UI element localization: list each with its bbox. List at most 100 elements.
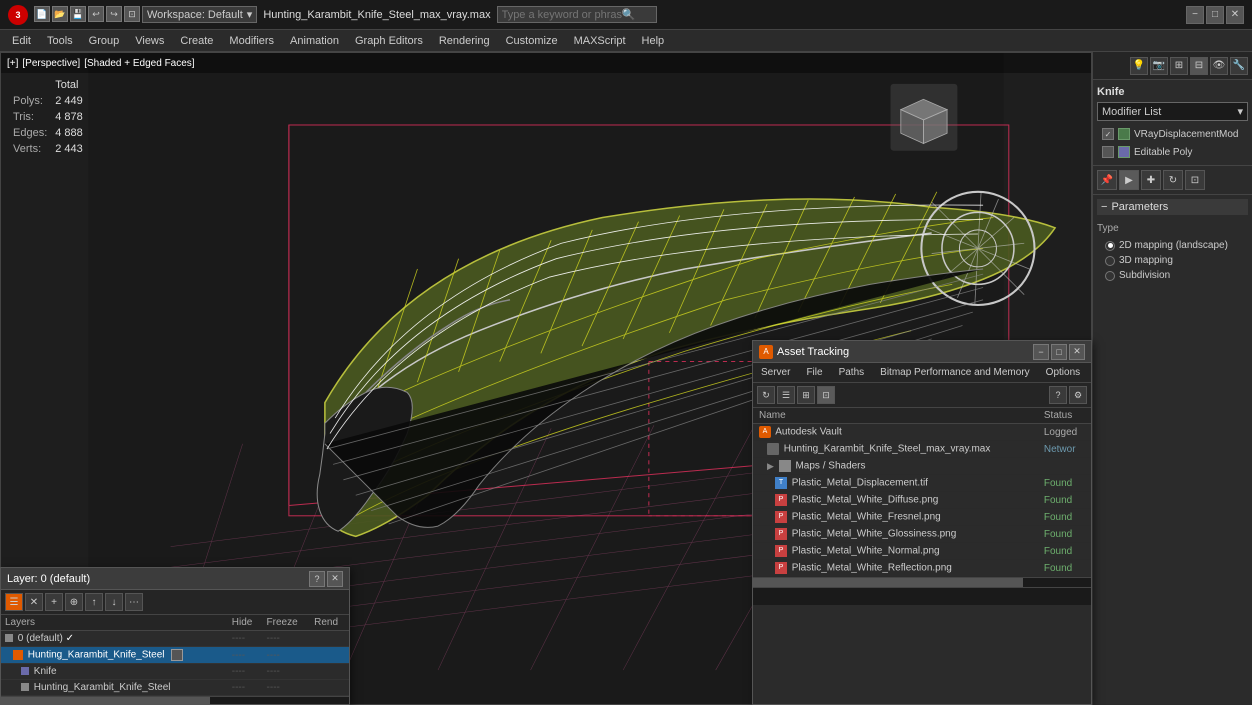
save-btn[interactable]: 💾 [70, 6, 86, 22]
asset-row-normal[interactable]: P Plastic_Metal_White_Normal.png Found [753, 543, 1091, 560]
menu-graph-editors[interactable]: Graph Editors [347, 33, 431, 49]
asset-row-hunting-max[interactable]: Hunting_Karambit_Knife_Steel_max_vray.ma… [753, 441, 1091, 458]
redo-btn[interactable]: ↪ [106, 6, 122, 22]
asset-menu-bitmap[interactable]: Bitmap Performance and Memory [872, 365, 1038, 380]
layer-freeze-knife-steel[interactable]: ---- [263, 680, 311, 696]
layer-hide-knife[interactable]: ---- [228, 664, 263, 680]
layer-delete-btn[interactable]: ✕ [25, 593, 43, 611]
layer-up-btn[interactable]: ↑ [85, 593, 103, 611]
search-bar[interactable]: 🔍 [497, 6, 657, 23]
layer-row-hunting[interactable]: Hunting_Karambit_Knife_Steel ---- ---- [1, 647, 349, 664]
camera-icon[interactable]: 📷 [1150, 57, 1168, 75]
rotate-tool[interactable]: ↻ [1163, 170, 1183, 190]
layer-select-btn[interactable]: ☰ [5, 593, 23, 611]
radio-subdiv-btn[interactable] [1105, 271, 1115, 281]
layer-rend-knife[interactable] [310, 664, 349, 680]
radio-subdivision[interactable]: Subdivision [1097, 268, 1248, 283]
search-input[interactable] [502, 9, 622, 21]
pin-tool[interactable]: 📌 [1097, 170, 1117, 190]
radio-3d-mapping[interactable]: 3D mapping [1097, 253, 1248, 268]
layer-options-btn[interactable]: ⋯ [125, 593, 143, 611]
menu-views[interactable]: Views [127, 33, 172, 49]
menu-animation[interactable]: Animation [282, 33, 347, 49]
layer-row-knife[interactable]: Knife ---- ---- [1, 664, 349, 680]
scale-tool[interactable]: ⊡ [1185, 170, 1205, 190]
layer-hide-knife-steel[interactable]: ---- [228, 680, 263, 696]
viewport-shading[interactable]: [Shaded + Edged Faces] [84, 58, 194, 69]
menu-edit[interactable]: Edit [4, 33, 39, 49]
snap-btn[interactable]: ⊡ [124, 6, 140, 22]
parameters-title[interactable]: − Parameters [1097, 199, 1248, 215]
menu-modifiers[interactable]: Modifiers [221, 33, 282, 49]
radio-2d-mapping[interactable]: 2D mapping (landscape) [1097, 238, 1248, 253]
viewport-bracket-plus[interactable]: [+] [7, 58, 18, 69]
new-btn[interactable]: 📄 [34, 6, 50, 22]
asset-min-btn[interactable]: − [1033, 344, 1049, 360]
modifier-checkbox[interactable]: ✓ [1102, 128, 1114, 140]
asset-detail-btn[interactable]: ⊞ [797, 386, 815, 404]
asset-row-glossiness[interactable]: P Plastic_Metal_White_Glossiness.png Fou… [753, 526, 1091, 543]
menu-tools[interactable]: Tools [39, 33, 81, 49]
radio-2d-btn[interactable] [1105, 241, 1115, 251]
layer-scrollbar[interactable] [1, 696, 349, 704]
layer-row-default[interactable]: 0 (default) ✓ ---- ---- [1, 631, 349, 647]
layer-down-btn[interactable]: ↓ [105, 593, 123, 611]
layer-row-knife-steel[interactable]: Hunting_Karambit_Knife_Steel ---- ---- [1, 680, 349, 696]
layer-freeze-default[interactable]: ---- [263, 631, 311, 647]
modifier-list-bar[interactable]: Modifier List ▾ [1097, 102, 1248, 121]
layer-add-btn[interactable]: + [45, 593, 63, 611]
asset-menu-options[interactable]: Options [1038, 365, 1088, 380]
menu-group[interactable]: Group [81, 33, 128, 49]
select-tool[interactable]: ▶ [1119, 170, 1139, 190]
utility-icon[interactable]: 🔧 [1230, 57, 1248, 75]
layer-hide-hunting[interactable]: ---- [228, 647, 263, 664]
menu-help[interactable]: Help [634, 33, 673, 49]
asset-menu-file[interactable]: File [798, 365, 830, 380]
layer-rend-default[interactable] [310, 631, 349, 647]
layer-hide-default[interactable]: ---- [228, 631, 263, 647]
asset-menu-paths[interactable]: Paths [831, 365, 873, 380]
layer-close-btn[interactable]: ✕ [327, 571, 343, 587]
modifier-checkbox-poly[interactable] [1102, 146, 1114, 158]
asset-grid-btn[interactable]: ⊡ [817, 386, 835, 404]
asset-row-autodesk[interactable]: A Autodesk Vault Logged [753, 424, 1091, 441]
minimize-btn[interactable]: − [1186, 6, 1204, 24]
open-btn[interactable]: 📂 [52, 6, 68, 22]
modifier-icon[interactable]: ⊟ [1190, 57, 1208, 75]
layer-rend-hunting[interactable] [310, 647, 349, 664]
asset-row-reflection[interactable]: P Plastic_Metal_White_Reflection.png Fou… [753, 560, 1091, 577]
asset-close-btn[interactable]: ✕ [1069, 344, 1085, 360]
lighting-icon[interactable]: 💡 [1130, 57, 1148, 75]
layer-rend-knife-steel[interactable] [310, 680, 349, 696]
asset-row-displacement[interactable]: T Plastic_Metal_Displacement.tif Found [753, 475, 1091, 492]
asset-settings-btn[interactable]: ⚙ [1069, 386, 1087, 404]
menu-rendering[interactable]: Rendering [431, 33, 498, 49]
menu-customize[interactable]: Customize [498, 33, 566, 49]
hierarchy-icon[interactable]: ⊞ [1170, 57, 1188, 75]
asset-max-btn[interactable]: □ [1051, 344, 1067, 360]
display-icon[interactable]: 👁 [1210, 57, 1228, 75]
asset-menu-server[interactable]: Server [753, 365, 798, 380]
modifier-editable-poly[interactable]: Editable Poly [1097, 143, 1248, 161]
maximize-btn[interactable]: □ [1206, 6, 1224, 24]
undo-btn[interactable]: ↩ [88, 6, 104, 22]
asset-refresh-btn[interactable]: ↻ [757, 386, 775, 404]
modifier-vray-displacement[interactable]: ✓ VRayDisplacementMod [1097, 125, 1248, 143]
asset-row-diffuse[interactable]: P Plastic_Metal_White_Diffuse.png Found [753, 492, 1091, 509]
move-tool[interactable]: ✚ [1141, 170, 1161, 190]
asset-list-btn[interactable]: ☰ [777, 386, 795, 404]
layer-help-btn[interactable]: ? [309, 571, 325, 587]
layer-freeze-knife[interactable]: ---- [263, 664, 311, 680]
asset-row-fresnel[interactable]: P Plastic_Metal_White_Fresnel.png Found [753, 509, 1091, 526]
workspace-dropdown[interactable]: Workspace: Default ▾ [142, 6, 257, 23]
layer-merge-btn[interactable]: ⊕ [65, 593, 83, 611]
asset-row-maps[interactable]: ▶ Maps / Shaders [753, 458, 1091, 475]
layer-freeze-hunting[interactable]: ---- [263, 647, 311, 664]
asset-scrollbar[interactable] [753, 577, 1091, 587]
menu-create[interactable]: Create [172, 33, 221, 49]
close-btn[interactable]: ✕ [1226, 6, 1244, 24]
asset-help-btn[interactable]: ? [1049, 386, 1067, 404]
asset-input-bar[interactable] [753, 587, 1091, 605]
layer-scrollbar-thumb[interactable] [1, 697, 210, 705]
radio-3d-btn[interactable] [1105, 256, 1115, 266]
